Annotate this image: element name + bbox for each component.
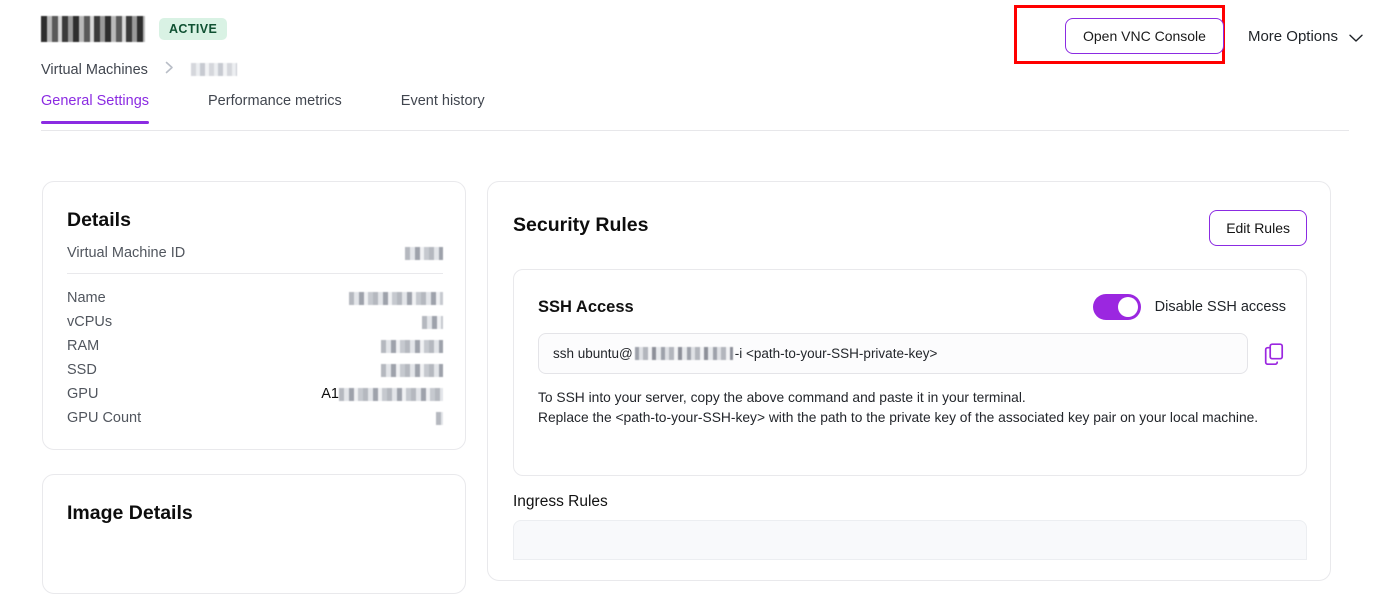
header-actions: Open VNC Console More Options <box>1065 18 1363 54</box>
detail-value-redacted <box>381 339 443 353</box>
details-card: Details Virtual Machine ID Name vCPUs RA… <box>42 181 466 450</box>
ingress-rules-title: Ingress Rules <box>513 493 608 510</box>
detail-row-vcpus: vCPUs <box>67 310 443 334</box>
more-options-menu[interactable]: More Options <box>1247 27 1363 45</box>
breadcrumb-item-virtual-machines[interactable]: Virtual Machines <box>41 62 148 78</box>
ssh-command-row: ssh ubuntu@ -i <path-to-your-SSH-private… <box>538 333 1286 374</box>
ssh-command-host-redacted <box>634 347 733 360</box>
detail-value-gpu: A1 <box>321 386 443 402</box>
detail-label: Name <box>67 290 106 306</box>
detail-row-virtual-machine-id: Virtual Machine ID <box>67 245 443 274</box>
detail-value-redacted <box>436 411 443 425</box>
security-rules-title: Security Rules <box>513 214 649 236</box>
ssh-command-prefix: ssh ubuntu@ <box>553 346 633 361</box>
detail-label: RAM <box>67 338 100 354</box>
ssh-help-text: To SSH into your server, copy the above … <box>538 388 1282 429</box>
security-rules-card: Security Rules Edit Rules SSH Access Dis… <box>487 181 1331 581</box>
tab-event-history[interactable]: Event history <box>401 93 485 123</box>
ssh-access-header: SSH Access Disable SSH access <box>538 294 1286 320</box>
copy-icon <box>1264 342 1284 368</box>
chevron-right-icon <box>165 61 174 78</box>
breadcrumb: Virtual Machines <box>41 61 237 78</box>
edit-rules-button[interactable]: Edit Rules <box>1209 210 1307 246</box>
detail-row-name: Name <box>67 286 443 310</box>
page-title <box>41 16 145 42</box>
tab-bar: General Settings Performance metrics Eve… <box>41 93 1349 131</box>
detail-value-redacted <box>381 363 443 377</box>
tab-general-settings[interactable]: General Settings <box>41 93 150 124</box>
disable-ssh-toggle[interactable] <box>1092 294 1141 320</box>
detail-label: GPU <box>67 386 99 402</box>
detail-value-redacted <box>422 315 443 329</box>
chevron-down-icon <box>1349 30 1363 43</box>
breadcrumb-item-current <box>190 63 237 76</box>
tab-performance-metrics[interactable]: Performance metrics <box>208 93 342 123</box>
image-details-card: Image Details <box>42 474 466 594</box>
ssh-access-label: SSH Access <box>538 297 634 316</box>
detail-value-redacted <box>349 291 443 305</box>
ssh-help-line-1: To SSH into your server, copy the above … <box>538 390 1026 405</box>
detail-value-gpu-prefix: A1 <box>321 386 339 402</box>
copy-ssh-command-button[interactable] <box>1262 341 1286 367</box>
ssh-command-suffix: -i <path-to-your-SSH-private-key> <box>734 346 938 361</box>
title-row: ACTIVE <box>41 16 228 42</box>
disable-ssh-toggle-label: Disable SSH access <box>1154 299 1286 315</box>
more-options-label: More Options <box>1247 27 1338 45</box>
toggle-knob <box>1117 297 1138 317</box>
ssh-access-panel: SSH Access Disable SSH access ssh ubuntu… <box>513 269 1307 476</box>
detail-label: Virtual Machine ID <box>67 245 186 261</box>
detail-value-redacted <box>405 246 443 260</box>
detail-row-ram: RAM <box>67 334 443 358</box>
detail-label: SSD <box>67 362 97 378</box>
detail-label: vCPUs <box>67 314 113 330</box>
details-card-title: Details <box>67 209 131 231</box>
ingress-rules-table-header <box>513 520 1307 560</box>
detail-value-redacted <box>339 387 443 401</box>
image-details-card-title: Image Details <box>67 502 193 524</box>
detail-row-gpu: GPU A1 <box>67 382 443 406</box>
page-header: ACTIVE Virtual Machines Open VNC Console… <box>0 0 1384 92</box>
detail-row-gpu-count: GPU Count <box>67 406 443 430</box>
detail-row-ssd: SSD <box>67 358 443 382</box>
ssh-help-line-2: Replace the <path-to-your-SSH-key> with … <box>538 410 1259 426</box>
detail-label: GPU Count <box>67 410 142 426</box>
disable-ssh-toggle-group: Disable SSH access <box>1092 294 1286 320</box>
ssh-command-input[interactable]: ssh ubuntu@ -i <path-to-your-SSH-private… <box>538 333 1248 374</box>
details-row-list: Name vCPUs RAM SSD GPU A1 GPU Count <box>67 286 443 430</box>
open-vnc-console-button[interactable]: Open VNC Console <box>1065 18 1224 54</box>
status-badge: ACTIVE <box>159 17 228 41</box>
